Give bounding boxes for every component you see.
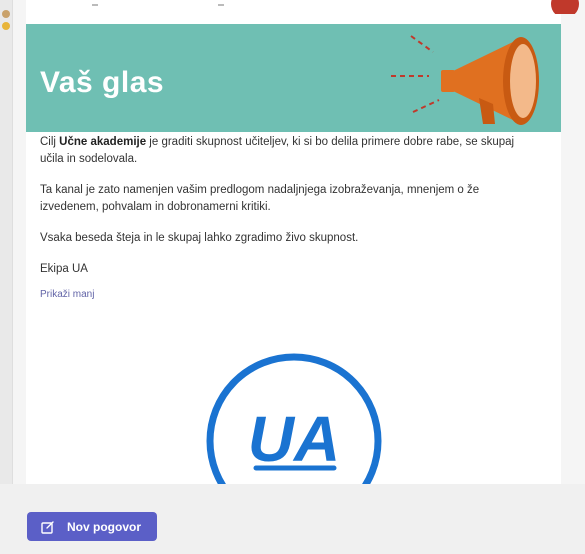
intro-prefix-text: Cilj (40, 136, 60, 148)
ua-logo-icon: UA (206, 353, 382, 484)
megaphone-icon (391, 35, 539, 125)
academy-name-bold: Učne akademije (59, 136, 147, 148)
clipped-text-mark (218, 4, 224, 6)
ua-logo-image: UA (192, 321, 397, 484)
clipped-text-mark (92, 4, 98, 6)
channel-info-post: Vaš glas Cilj Učne akademije je graditi … (26, 14, 561, 484)
banner-title: Vaš glas (40, 66, 165, 99)
post-paragraph-3: Vsaka beseda šteja in le skupaj lahko zg… (40, 232, 359, 244)
post-banner: Vaš glas (26, 24, 561, 132)
scroll-gutter (561, 14, 585, 484)
post-intro-paragraph: Cilj Učne akademije je graditi skupnost … (40, 134, 540, 168)
rail-badge-icon (2, 22, 10, 30)
post-paragraph-2: Ta kanal je zato namenjen vašim predlogo… (40, 184, 480, 213)
post-signature: Ekipa UA (40, 263, 88, 275)
compose-icon (41, 520, 55, 534)
app-left-rail (0, 0, 13, 554)
show-less-link[interactable]: Prikaži manj (40, 286, 540, 303)
rail-avatar-icon[interactable] (2, 10, 10, 18)
post-body: Cilj Učne akademije je graditi skupnost … (40, 134, 540, 303)
ua-logo-text: UA (248, 403, 340, 475)
previous-post-edge (26, 0, 561, 14)
new-conversation-button[interactable]: Nov pogovor (27, 512, 157, 541)
new-conversation-label: Nov pogovor (67, 519, 141, 534)
